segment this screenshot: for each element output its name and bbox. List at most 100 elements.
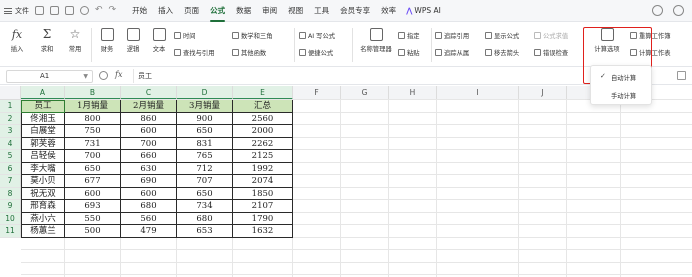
file-menu[interactable]: 文件 xyxy=(15,6,29,16)
manual-calc-option[interactable]: 手动计算 xyxy=(591,91,651,100)
table-header-cell[interactable]: 2月销量 xyxy=(121,100,177,113)
row-header-11[interactable]: 11 xyxy=(0,225,21,238)
finance-button[interactable]: 财务 xyxy=(96,28,118,53)
table-cell[interactable]: 2000 xyxy=(233,125,293,138)
row-header-6[interactable]: 6 xyxy=(0,162,21,175)
table-cell[interactable]: 1632 xyxy=(233,225,293,238)
column-header-j[interactable]: J xyxy=(519,86,567,100)
table-cell[interactable]: 650 xyxy=(177,187,233,200)
table-cell[interactable]: 650 xyxy=(177,125,233,138)
table-cell[interactable]: 630 xyxy=(121,162,177,175)
preview-icon[interactable] xyxy=(80,6,89,15)
table-cell[interactable]: 560 xyxy=(121,212,177,225)
print-icon[interactable] xyxy=(65,6,74,15)
trace-precedents-button[interactable]: 追踪引用 xyxy=(435,31,469,40)
redo-icon[interactable]: ↷ xyxy=(109,6,117,15)
table-cell[interactable]: 653 xyxy=(177,225,233,238)
table-cell[interactable]: 邢育森 xyxy=(21,200,65,213)
table-cell[interactable]: 白展堂 xyxy=(21,125,65,138)
select-all-corner[interactable] xyxy=(0,86,21,100)
table-cell[interactable]: 2074 xyxy=(233,175,293,188)
easy-formula-button[interactable]: 便捷公式 xyxy=(299,48,333,57)
table-cell[interactable]: 831 xyxy=(177,137,233,150)
row-header-9[interactable]: 9 xyxy=(0,200,21,213)
cloud-icon[interactable] xyxy=(652,5,663,16)
table-cell[interactable]: 800 xyxy=(65,112,121,125)
table-cell[interactable]: 693 xyxy=(65,200,121,213)
specify-button[interactable]: 指定 xyxy=(398,31,420,40)
tab-efficiency[interactable]: 效率 xyxy=(381,5,396,16)
tab-tools[interactable]: 工具 xyxy=(314,5,329,16)
table-cell[interactable]: 479 xyxy=(121,225,177,238)
column-header-i[interactable]: I xyxy=(437,86,519,100)
table-cell[interactable]: 2560 xyxy=(233,112,293,125)
fx-label[interactable]: fx xyxy=(115,70,122,79)
table-cell[interactable]: 佟湘玉 xyxy=(21,112,65,125)
spreadsheet-grid[interactable]: ABCDEFGHIJK1234567891011员工1月销量2月销量3月销量汇总… xyxy=(0,86,692,277)
column-header-g[interactable]: G xyxy=(341,86,389,100)
table-cell[interactable]: 700 xyxy=(65,150,121,163)
row-header-1[interactable]: 1 xyxy=(0,100,21,113)
tab-data[interactable]: 数据 xyxy=(236,5,251,16)
row-header-10[interactable]: 10 xyxy=(0,212,21,225)
row-header-4[interactable]: 4 xyxy=(0,137,21,150)
chevron-down-icon[interactable]: ▼ xyxy=(83,71,88,82)
table-cell[interactable]: 600 xyxy=(121,187,177,200)
table-header-cell[interactable]: 3月销量 xyxy=(177,100,233,113)
table-cell[interactable]: 600 xyxy=(121,125,177,138)
tab-insert[interactable]: 插入 xyxy=(158,5,173,16)
row-header-5[interactable]: 5 xyxy=(0,150,21,163)
other-functions-button[interactable]: 其他函数 xyxy=(232,48,266,57)
auto-calc-option[interactable]: ✓ 自动计算 xyxy=(591,72,651,82)
table-cell[interactable]: 莫小贝 xyxy=(21,175,65,188)
row-header-3[interactable]: 3 xyxy=(0,125,21,138)
show-formulas-button[interactable]: 显示公式 xyxy=(485,31,519,40)
table-cell[interactable]: 700 xyxy=(121,137,177,150)
column-header-a[interactable]: A xyxy=(21,86,65,100)
table-cell[interactable]: 750 xyxy=(65,125,121,138)
table-cell[interactable]: 杨蕙兰 xyxy=(21,225,65,238)
share-icon[interactable] xyxy=(673,5,684,16)
table-cell[interactable]: 860 xyxy=(121,112,177,125)
row-header-2[interactable]: 2 xyxy=(0,112,21,125)
column-header-e[interactable]: E xyxy=(233,86,293,100)
table-cell[interactable]: 2262 xyxy=(233,137,293,150)
zoom-icon[interactable] xyxy=(99,71,108,80)
undo-icon[interactable]: ↶ xyxy=(95,6,103,15)
name-manager-button[interactable]: 名称管理器 xyxy=(356,28,396,53)
column-header-f[interactable]: F xyxy=(293,86,341,100)
table-cell[interactable]: 690 xyxy=(121,175,177,188)
table-cell[interactable]: 李大嘴 xyxy=(21,162,65,175)
table-header-cell[interactable]: 汇总 xyxy=(233,100,293,113)
formula-evaluate-button[interactable]: 公式求值 xyxy=(534,31,568,40)
table-header-cell[interactable]: 1月销量 xyxy=(65,100,121,113)
wps-ai-button[interactable]: ⋀ WPS AI xyxy=(406,6,441,15)
remove-arrows-button[interactable]: 移去箭头 xyxy=(485,48,519,57)
table-cell[interactable]: 650 xyxy=(65,162,121,175)
logic-button[interactable]: 逻辑 xyxy=(122,28,144,53)
export-icon[interactable] xyxy=(50,6,59,15)
table-cell[interactable]: 1790 xyxy=(233,212,293,225)
save-icon[interactable] xyxy=(35,6,44,15)
row-header-8[interactable]: 8 xyxy=(0,187,21,200)
column-header-d[interactable]: D xyxy=(177,86,233,100)
table-cell[interactable]: 500 xyxy=(65,225,121,238)
table-cell[interactable]: 680 xyxy=(177,212,233,225)
table-cell[interactable]: 2125 xyxy=(233,150,293,163)
table-header-cell[interactable]: 员工 xyxy=(21,100,65,113)
table-cell[interactable]: 765 xyxy=(177,150,233,163)
menu-icon[interactable] xyxy=(4,7,12,14)
table-cell[interactable]: 祝无双 xyxy=(21,187,65,200)
math-trig-button[interactable]: 数学和三角 xyxy=(232,31,272,40)
common-functions-button[interactable]: ☆ 常用 xyxy=(64,28,86,54)
table-cell[interactable]: 707 xyxy=(177,175,233,188)
lookup-button[interactable]: 查找与引用 xyxy=(174,48,214,57)
tab-formula[interactable]: 公式 xyxy=(210,5,226,22)
table-cell[interactable]: 734 xyxy=(177,200,233,213)
error-check-button[interactable]: 错误检查 xyxy=(534,48,568,57)
datetime-button[interactable]: 时间 xyxy=(174,31,196,40)
column-header-c[interactable]: C xyxy=(121,86,177,100)
table-cell[interactable]: 2107 xyxy=(233,200,293,213)
table-cell[interactable]: 1992 xyxy=(233,162,293,175)
table-cell[interactable]: 900 xyxy=(177,112,233,125)
